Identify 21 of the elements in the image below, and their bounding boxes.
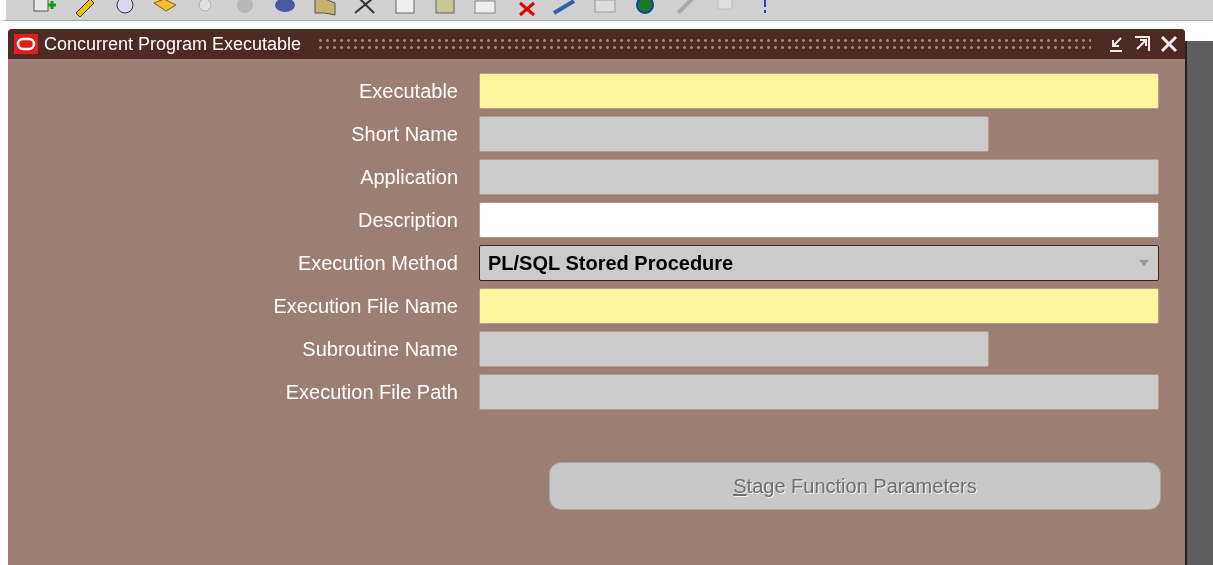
field-label: Executable <box>359 79 458 103</box>
caret-icon <box>1138 259 1150 267</box>
input-field[interactable] <box>479 202 1159 238</box>
maximize-icon[interactable] <box>1133 35 1153 53</box>
input-field[interactable] <box>479 288 1159 324</box>
window-title: Concurrent Program Executable <box>44 33 302 55</box>
input-field[interactable] <box>479 331 989 367</box>
field-label: Execution Method <box>297 251 458 275</box>
input-field[interactable] <box>479 374 1159 410</box>
field-label: Subroutine Name <box>302 337 458 361</box>
input-field[interactable] <box>479 73 1159 109</box>
field-label: Application <box>360 165 458 189</box>
oracle-logo-icon <box>14 34 38 54</box>
field-label: Short Name <box>351 122 458 146</box>
input-field[interactable] <box>479 116 989 152</box>
close-icon[interactable] <box>1159 35 1179 53</box>
dropdown[interactable]: PL/SQL Stored Procedure <box>479 245 1159 281</box>
field-label: Description <box>357 208 458 232</box>
field-label: Execution File Path <box>285 380 458 404</box>
input-field[interactable] <box>479 159 1159 195</box>
field-label: Execution File Name <box>273 294 458 318</box>
